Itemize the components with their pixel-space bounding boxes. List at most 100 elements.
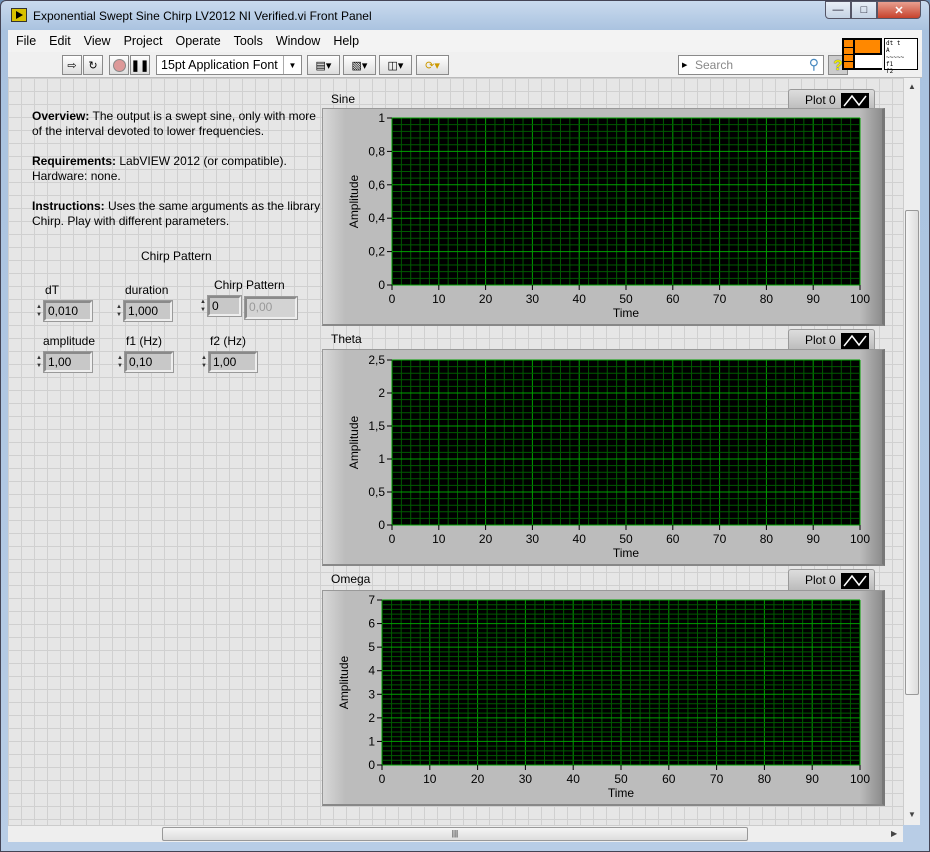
horizontal-scrollbar[interactable]: ||| ▶ xyxy=(8,825,903,842)
x-tick-label: 80 xyxy=(760,292,774,306)
y-tick-label: 1,5 xyxy=(368,419,385,433)
legend-label: Plot 0 xyxy=(805,93,836,107)
legend-label: Plot 0 xyxy=(805,333,836,347)
y-tick-label: 6 xyxy=(368,617,375,631)
x-axis-label: Time xyxy=(613,546,640,560)
labview-app-icon xyxy=(11,8,27,22)
spinner-icon[interactable]: ▲ ▼ xyxy=(116,301,124,321)
duration-control[interactable]: ▲ ▼ 1,000 xyxy=(116,300,173,322)
spinner-icon[interactable]: ▲ ▼ xyxy=(36,301,44,321)
chevron-down-icon: ▼ xyxy=(283,56,301,74)
abort-icon[interactable] xyxy=(109,55,129,75)
resize-objects-icon[interactable]: ◫▾ xyxy=(379,55,412,75)
run-continuously-icon[interactable]: ↻ xyxy=(83,55,103,75)
f1-label: f1 (Hz) xyxy=(126,334,162,348)
legend-label: Plot 0 xyxy=(805,573,836,587)
x-tick-label: 60 xyxy=(666,292,680,306)
plot-line-icon xyxy=(841,573,869,589)
x-tick-label: 70 xyxy=(710,772,724,786)
horizontal-scroll-thumb[interactable]: ||| xyxy=(162,827,748,841)
dt-value[interactable]: 0,010 xyxy=(43,300,93,322)
dt-control[interactable]: ▲ ▼ 0,010 xyxy=(36,300,93,322)
search-input[interactable]: ▶ Search ⚲ xyxy=(678,55,824,75)
chirp-pattern-group-label: Chirp Pattern xyxy=(141,249,212,263)
f2-label: f2 (Hz) xyxy=(210,334,246,348)
y-tick-label: 5 xyxy=(368,640,375,654)
amplitude-control[interactable]: ▲ ▼ 1,00 xyxy=(36,351,93,373)
expand-arrow-icon: ▶ xyxy=(682,62,688,69)
scroll-right-icon[interactable]: ▶ xyxy=(891,829,897,838)
x-tick-label: 60 xyxy=(662,772,676,786)
menu-file[interactable]: File xyxy=(16,34,36,48)
reorder-icon[interactable]: ⟳▾ xyxy=(416,55,449,75)
spinner-icon[interactable]: ▲ ▼ xyxy=(201,352,209,372)
chart-svg: 0 10 20 30 40 50 60 70 80 90 100 0 0,2 0,4 0,6 0,8 1 Time… xyxy=(347,111,870,320)
toolbar: ⇨ ↻ ❚❚ 15pt Application Font ▼ ▤▾ ▧▾ ◫▾ ⟳… xyxy=(8,52,922,78)
x-tick-label: 20 xyxy=(479,532,493,546)
x-tick-label: 40 xyxy=(573,292,587,306)
y-tick-label: 0,5 xyxy=(368,485,385,499)
maximize-button[interactable]: □ xyxy=(851,1,877,19)
x-tick-label: 0 xyxy=(389,292,396,306)
x-tick-label: 10 xyxy=(432,292,446,306)
distribute-objects-icon[interactable]: ▧▾ xyxy=(343,55,376,75)
x-axis-label: Time xyxy=(613,306,640,320)
menu-operate[interactable]: Operate xyxy=(175,34,220,48)
f1-control[interactable]: ▲ ▼ 0,10 xyxy=(117,351,174,373)
y-tick-label: 0 xyxy=(368,758,375,772)
duration-value[interactable]: 1,000 xyxy=(123,300,173,322)
x-tick-label: 90 xyxy=(807,532,821,546)
x-tick-label: 10 xyxy=(432,532,446,546)
scroll-up-icon[interactable]: ▲ xyxy=(908,82,916,91)
vertical-scrollbar[interactable]: ▲ ▼ xyxy=(903,78,920,825)
align-objects-icon[interactable]: ▤▾ xyxy=(307,55,340,75)
vi-icon[interactable]: dt t A ~~~~~ f1 f2 xyxy=(884,38,918,75)
vertical-scroll-thumb[interactable] xyxy=(905,210,919,695)
scroll-down-icon[interactable]: ▼ xyxy=(908,810,916,819)
y-tick-label: 3 xyxy=(368,687,375,701)
menu-tools[interactable]: Tools xyxy=(234,34,263,48)
x-tick-label: 50 xyxy=(614,772,628,786)
duration-label: duration xyxy=(125,283,169,297)
x-tick-label: 30 xyxy=(526,532,540,546)
y-tick-label: 2,5 xyxy=(368,353,385,367)
y-tick-label: 0,6 xyxy=(368,178,385,192)
y-axis-label: Amplitude xyxy=(347,175,361,229)
chirp-pattern-index-value[interactable]: 0 xyxy=(207,295,242,317)
menu-help[interactable]: Help xyxy=(333,34,359,48)
y-tick-label: 0 xyxy=(378,278,385,292)
x-tick-label: 30 xyxy=(526,292,540,306)
f2-value[interactable]: 1,00 xyxy=(208,351,258,373)
x-tick-label: 40 xyxy=(567,772,581,786)
x-tick-label: 0 xyxy=(389,532,396,546)
run-arrow-icon[interactable]: ⇨ xyxy=(62,55,82,75)
close-button[interactable]: ✕ xyxy=(877,1,921,19)
connector-pane-icon[interactable] xyxy=(842,38,882,70)
spinner-icon[interactable]: ▲ ▼ xyxy=(117,352,125,372)
amplitude-value[interactable]: 1,00 xyxy=(43,351,93,373)
menu-project[interactable]: Project xyxy=(124,34,163,48)
menu-window[interactable]: Window xyxy=(276,34,320,48)
plot-legend[interactable]: Plot 0 xyxy=(788,569,875,591)
plot-legend[interactable]: Plot 0 xyxy=(788,329,875,351)
chirp-pattern-label: Chirp Pattern xyxy=(214,278,285,292)
instructions-text: Instructions: Uses the same arguments as… xyxy=(32,199,321,228)
chart-title: Theta xyxy=(331,332,362,346)
minimize-button[interactable]: — xyxy=(825,1,851,19)
window-title: Exponential Swept Sine Chirp LV2012 NI V… xyxy=(33,9,372,23)
pause-icon[interactable]: ❚❚ xyxy=(130,55,150,75)
y-axis-label: Amplitude xyxy=(347,416,361,470)
chirp-pattern-element: 0,00 xyxy=(244,296,298,320)
x-tick-label: 30 xyxy=(519,772,533,786)
f1-value[interactable]: 0,10 xyxy=(124,351,174,373)
font-select[interactable]: 15pt Application Font ▼ xyxy=(156,55,302,75)
y-tick-label: 2 xyxy=(368,711,375,725)
y-tick-label: 0,2 xyxy=(368,245,385,259)
search-icon[interactable]: ⚲ xyxy=(809,56,819,73)
menu-edit[interactable]: Edit xyxy=(49,34,71,48)
chirp-pattern-index[interactable]: ▲ ▼ 0 xyxy=(200,295,242,317)
spinner-icon[interactable]: ▲ ▼ xyxy=(200,296,208,316)
f2-control[interactable]: ▲ ▼ 1,00 xyxy=(201,351,258,373)
spinner-icon[interactable]: ▲ ▼ xyxy=(36,352,44,372)
menu-view[interactable]: View xyxy=(84,34,111,48)
